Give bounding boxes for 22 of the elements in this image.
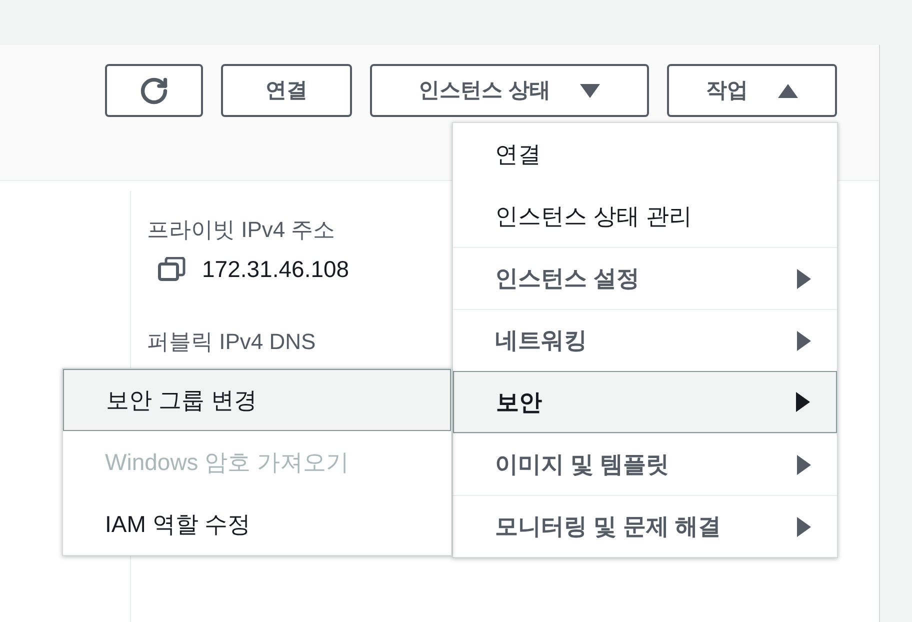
menu-item[interactable]: 연결 [453, 123, 837, 185]
submenu-item[interactable]: 모니터링 및 문제 해결 [453, 495, 837, 557]
submenu-item[interactable]: 보안 [453, 371, 837, 433]
detail-label: 퍼블릭 IPv4 DNS [147, 328, 317, 356]
caret-right-icon [797, 330, 811, 350]
caret-right-icon [797, 454, 811, 474]
menu-item[interactable]: 보안 그룹 변경 [63, 369, 451, 431]
connect-button[interactable]: 연결 [221, 64, 352, 117]
refresh-button[interactable] [105, 64, 203, 117]
dropdown-button[interactable]: 작업 [667, 64, 837, 117]
menu-item[interactable]: 인스턴스 상태 관리 [453, 185, 837, 247]
detail-label: 프라이빗 IPv4 주소 [147, 216, 336, 244]
menu-item[interactable]: IAM 역할 수정 [63, 493, 451, 555]
detail-value: 172.31.46.108 [202, 255, 350, 284]
submenu-item[interactable]: 인스턴스 설정 [453, 247, 837, 309]
caret-right-icon [796, 392, 810, 412]
dropdown-button[interactable]: 인스턴스 상태 [370, 64, 649, 117]
refresh-icon [139, 76, 169, 106]
caret-right-icon [797, 516, 811, 536]
copy-icon[interactable] [158, 257, 186, 282]
caret-right-icon [797, 268, 811, 288]
submenu-item[interactable]: 이미지 및 템플릿 [453, 433, 837, 495]
